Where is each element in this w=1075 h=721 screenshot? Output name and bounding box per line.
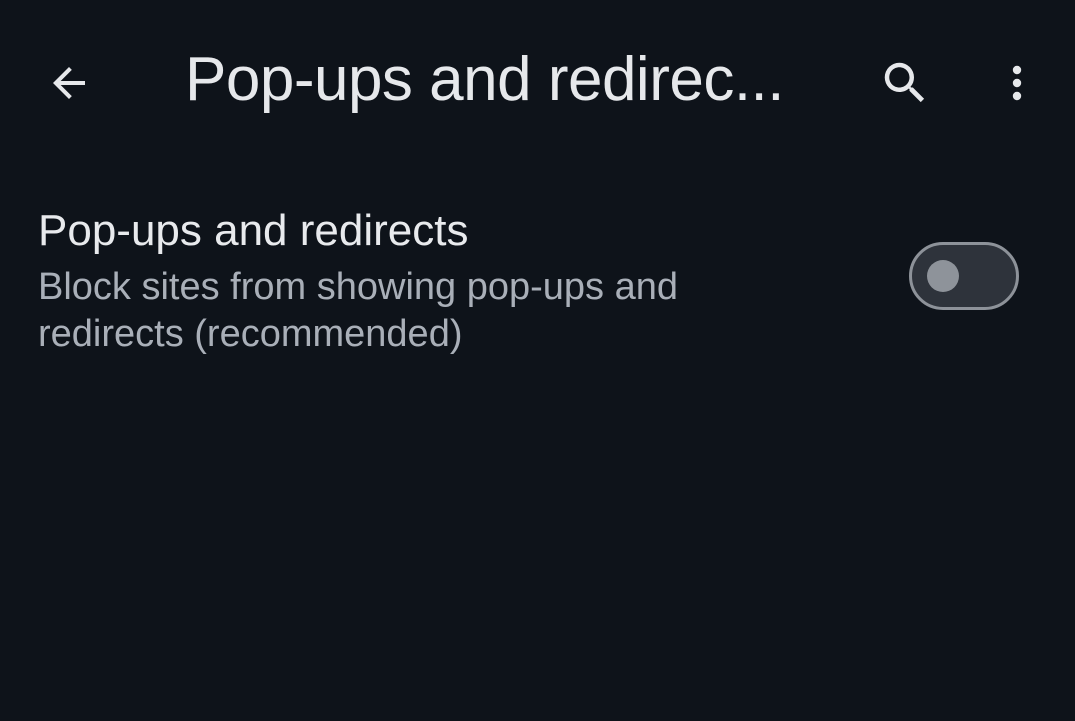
arrow-back-icon	[53, 67, 85, 99]
search-button[interactable]	[872, 50, 938, 116]
more-vert-icon	[1012, 65, 1022, 101]
popups-redirects-setting-row[interactable]: Pop-ups and redirects Block sites from s…	[0, 190, 1075, 370]
page-title: Pop-ups and redirec...	[185, 45, 785, 114]
back-button[interactable]	[38, 52, 100, 114]
popups-toggle-switch[interactable]	[909, 242, 1019, 310]
toggle-thumb	[927, 260, 959, 292]
more-options-button[interactable]	[988, 50, 1046, 116]
setting-summary: Block sites from showing pop-ups and red…	[38, 266, 678, 355]
search-icon	[884, 62, 925, 103]
setting-title: Pop-ups and redirects	[38, 206, 469, 255]
app-bar: Pop-ups and redirec...	[0, 0, 1075, 160]
